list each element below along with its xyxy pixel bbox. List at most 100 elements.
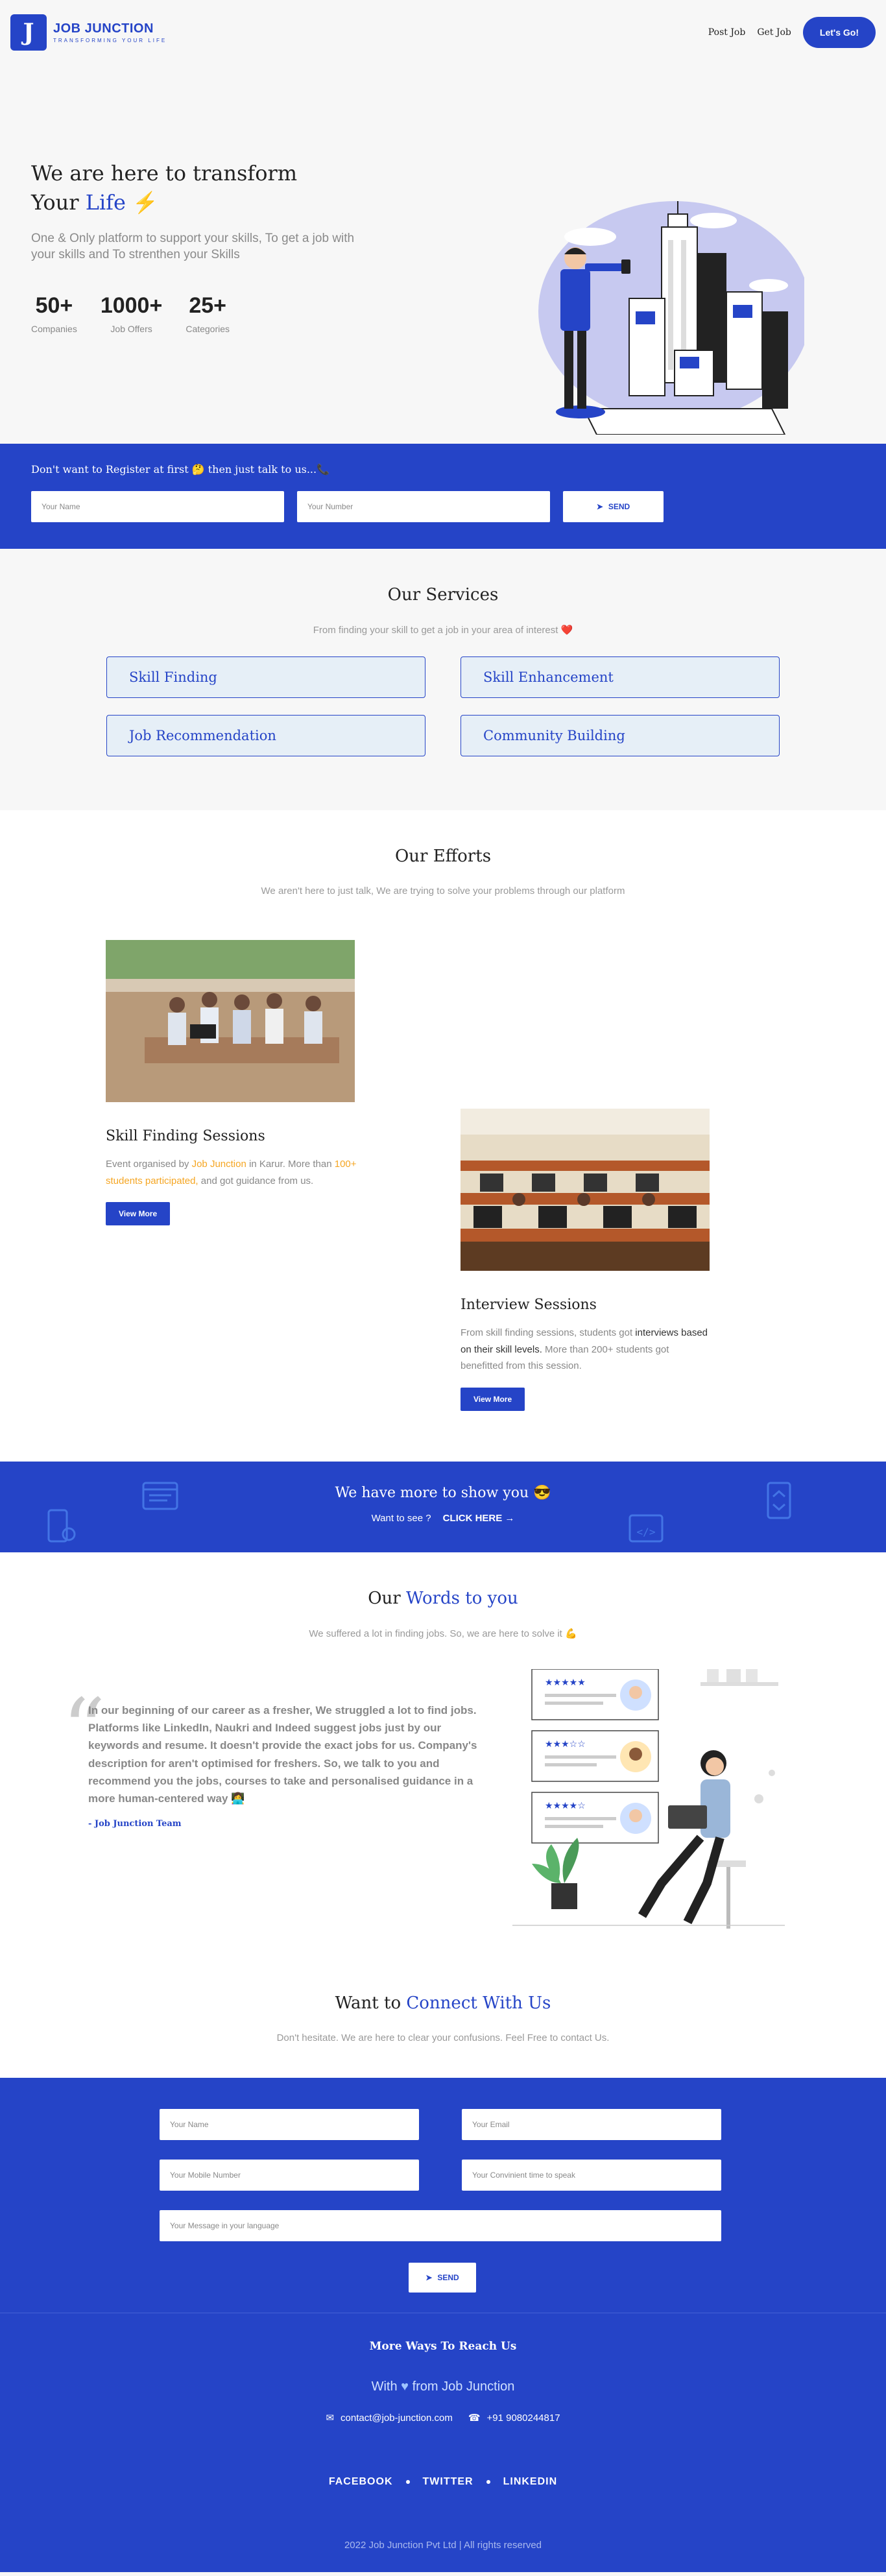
- name-field[interactable]: Your Name: [160, 2109, 419, 2140]
- effort-text-highlight: Job Junction: [191, 1159, 246, 1170]
- mobile-field[interactable]: Your Mobile Number: [160, 2160, 419, 2191]
- facebook-link[interactable]: FACEBOOK: [329, 2476, 393, 2488]
- efforts-title: Our Efforts: [394, 847, 492, 866]
- phone-icon: ☎: [468, 2413, 481, 2424]
- view-more-button[interactable]: View More: [461, 1387, 525, 1411]
- contact-details: ✉ contact@job-junction.com ☎ +91 908024481…: [0, 2412, 886, 2424]
- main-nav: Post Job Get Job Let's Go!: [708, 17, 876, 48]
- stat-value: 25+: [189, 293, 227, 318]
- stat-label: Job Offers: [110, 323, 152, 334]
- quote-text: In our beginning of our career as a fres…: [88, 1704, 477, 1805]
- email-field[interactable]: Your Email: [462, 2109, 721, 2140]
- skill-session-photo: [106, 940, 355, 1102]
- send-label: SEND: [437, 2273, 459, 2282]
- svg-text:★★★★☆: ★★★★☆: [545, 1800, 586, 1811]
- effort-card-skill-finding: Skill Finding Sessions Event organised b…: [106, 940, 359, 1225]
- stat-companies: 50+ Companies: [31, 293, 77, 334]
- words-title-prefix: Our: [368, 1589, 401, 1608]
- effort-description: From skill finding sessions, students go…: [461, 1325, 713, 1375]
- connect-title-prefix: Want to: [335, 1993, 401, 2013]
- mobile-sync-icon: [767, 1482, 791, 1519]
- services-subtitle: From finding your skill to get a job in …: [313, 625, 573, 636]
- nav-get-job[interactable]: Get Job: [757, 27, 791, 38]
- service-community-building[interactable]: Community Building: [461, 715, 780, 756]
- services-title: Our Services: [387, 585, 499, 605]
- love-suffix: from Job Junction: [412, 2379, 515, 2394]
- words-title: Our Words to you: [0, 1589, 886, 1608]
- effort-title: Skill Finding Sessions: [106, 1128, 265, 1144]
- services-section: Our Services From finding your skill to …: [0, 549, 886, 810]
- separator-dot: [486, 2480, 490, 2484]
- service-job-recommendation[interactable]: Job Recommendation: [106, 715, 425, 756]
- more-title: We have more to show you 😎: [335, 1485, 551, 1501]
- social-links: FACEBOOK TWITTER LINKEDIN: [0, 2476, 886, 2488]
- phone-text: +91 9080244817: [486, 2412, 560, 2424]
- effort-description: Event organised by Job Junction in Karur…: [106, 1156, 359, 1189]
- quick-name-input[interactable]: Your Name: [31, 491, 284, 522]
- words-section: Our Words to you We suffered a lot in fi…: [0, 1552, 886, 1957]
- time-field[interactable]: Your Convinient time to speak: [462, 2160, 721, 2191]
- hero-illustration: [538, 201, 804, 435]
- hero-title-accent: Life: [85, 189, 126, 215]
- connect-title: Want to Connect With Us: [0, 1993, 886, 2013]
- svg-text:★★★★★: ★★★★★: [545, 1677, 586, 1687]
- connect-title-accent: Connect With Us: [406, 1993, 551, 2013]
- send-icon: ➤: [596, 502, 603, 511]
- stat-value: 1000+: [100, 293, 163, 318]
- mobile-settings-icon: [47, 1509, 76, 1543]
- stats-row: 50+ Companies 1000+ Job Offers 25+ Categ…: [31, 293, 355, 334]
- brand-name: JOB JUNCTION: [53, 21, 154, 36]
- browser-window-icon: [142, 1482, 178, 1510]
- linkedin-link[interactable]: LINKEDIN: [503, 2476, 558, 2488]
- more-prompt-row: Want to see ? CLICK HERE →: [0, 1513, 886, 1524]
- separator-dot: [405, 2480, 410, 2484]
- site-header: J JOB JUNCTION TRANSFORMING YOUR LIFE Po…: [0, 0, 886, 65]
- effort-text-part: Event organised by: [106, 1159, 192, 1170]
- stat-label: Categories: [186, 323, 230, 334]
- hero-section: We are here to transform Your Life ⚡ One…: [0, 65, 886, 444]
- effort-text-part: and got guidance from us.: [198, 1175, 314, 1186]
- hero-subtitle: One & Only platform to support your skil…: [31, 231, 355, 262]
- interview-session-photo: [461, 1109, 710, 1271]
- contact-send-button[interactable]: ➤ SEND: [409, 2263, 476, 2293]
- hero-title-prefix: Your: [31, 189, 79, 215]
- service-skill-finding[interactable]: Skill Finding: [106, 656, 425, 698]
- effort-card-interview: Interview Sessions From skill finding se…: [461, 1109, 713, 1411]
- code-window-icon: </>: [629, 1514, 664, 1543]
- nav-post-job[interactable]: Post Job: [708, 27, 746, 38]
- lightning-icon: ⚡: [132, 189, 158, 215]
- quick-number-input[interactable]: Your Number: [297, 491, 550, 522]
- logo-mark: J: [10, 14, 47, 51]
- words-title-accent: Words to you: [406, 1589, 518, 1608]
- twitter-link[interactable]: TWITTER: [423, 2476, 473, 2488]
- service-skill-enhancement[interactable]: Skill Enhancement: [461, 656, 780, 698]
- efforts-subtitle: We aren't here to just talk, We are tryi…: [261, 885, 625, 897]
- send-icon: ➤: [425, 2273, 433, 2282]
- send-label: SEND: [608, 502, 630, 511]
- brand-logo[interactable]: J JOB JUNCTION TRANSFORMING YOUR LIFE: [10, 14, 167, 51]
- lets-go-button[interactable]: Let's Go!: [802, 17, 876, 48]
- more-strip: </> We have more to show you 😎 Want to s…: [0, 1462, 886, 1552]
- more-prompt: Want to see ?: [371, 1513, 431, 1524]
- view-more-button[interactable]: View More: [106, 1202, 171, 1225]
- message-field[interactable]: Your Message in your language: [160, 2210, 721, 2241]
- phone-contact[interactable]: ☎ +91 9080244817: [468, 2412, 560, 2424]
- copyright: 2022 Job Junction Pvt Ltd | All rights r…: [344, 2540, 542, 2551]
- stat-categories: 25+ Categories: [186, 293, 230, 334]
- svg-text:★★★☆☆: ★★★☆☆: [545, 1739, 586, 1749]
- words-subtitle: We suffered a lot in finding jobs. So, w…: [309, 1628, 577, 1639]
- quick-contact-title: Don't want to Register at first 🤔 then j…: [31, 463, 330, 475]
- team-quote: “ In our beginning of our career as a fr…: [62, 1687, 490, 1829]
- quote-author: - Job Junction Team: [88, 1819, 182, 1829]
- svg-text:</>: </>: [637, 1526, 656, 1538]
- email-text: contact@job-junction.com: [341, 2412, 453, 2424]
- email-contact[interactable]: ✉ contact@job-junction.com: [326, 2412, 452, 2424]
- hero-title: We are here to transform Your Life ⚡: [31, 159, 355, 217]
- connect-subtitle: Don't hesitate. We are here to clear you…: [276, 2032, 610, 2043]
- stat-job-offers: 1000+ Job Offers: [101, 293, 163, 334]
- stat-label: Companies: [31, 323, 77, 334]
- quick-send-button[interactable]: ➤ SEND: [563, 491, 664, 522]
- effort-text-part: From skill finding sessions, students go…: [461, 1327, 636, 1338]
- click-here-link[interactable]: CLICK HERE →: [443, 1513, 515, 1524]
- reviews-illustration: ★★★★★ ★★★☆☆ ★★★★☆: [512, 1669, 785, 1929]
